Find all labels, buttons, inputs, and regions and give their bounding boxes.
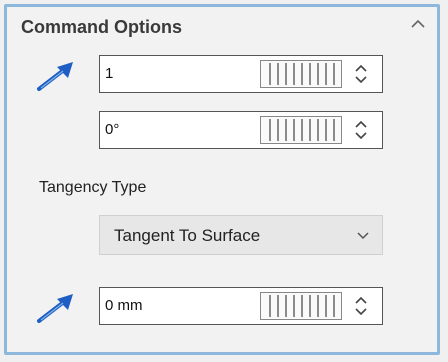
distance-field[interactable] [99, 55, 383, 93]
chevron-down-icon[interactable] [356, 229, 370, 241]
spinner-icon[interactable] [350, 292, 372, 320]
spinner-icon[interactable] [350, 116, 372, 144]
angle-input[interactable] [105, 116, 255, 142]
angle-row [7, 111, 437, 151]
tangency-type-select[interactable]: Tangent To Surface [99, 215, 383, 255]
tangency-type-label: Tangency Type [39, 179, 147, 196]
panel-header[interactable]: Command Options [7, 7, 437, 43]
tangency-type-value: Tangent To Surface [114, 226, 261, 245]
panel-title: Command Options [21, 17, 182, 37]
distance-row-2 [7, 287, 437, 327]
blue-arrow-icon[interactable] [35, 291, 79, 325]
distance-field-2[interactable] [99, 287, 383, 325]
chevron-up-icon[interactable] [409, 17, 427, 31]
command-options-panel: Command Options 1 0° Tangency Type Tange… [4, 4, 440, 355]
blue-arrow-icon[interactable] [35, 59, 79, 93]
distance-row [7, 55, 437, 95]
thumbwheel-icon[interactable] [260, 116, 342, 144]
spinner-icon[interactable] [350, 60, 372, 88]
thumbwheel-icon[interactable] [260, 60, 342, 88]
thumbwheel-icon[interactable] [260, 292, 342, 320]
angle-field[interactable] [99, 111, 383, 149]
distance-input-2[interactable] [105, 292, 255, 318]
distance-input[interactable] [105, 60, 255, 86]
